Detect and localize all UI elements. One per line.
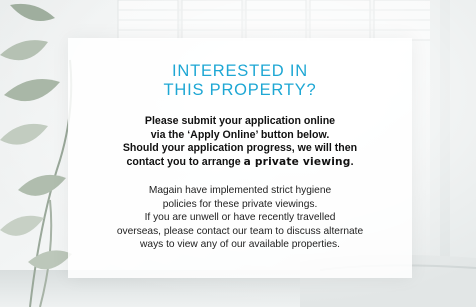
hygiene-line-4: overseas, please contact our team to dis… <box>116 225 364 237</box>
hygiene-line-1: Magain have implemented strict hygiene <box>148 185 332 196</box>
headline-line-1: INTERESTED IN <box>172 62 308 80</box>
hygiene-line-2: policies for these private viewings. <box>162 198 318 210</box>
apply-instructions: Please submit your application online vi… <box>68 115 412 169</box>
headline-line-2: THIS PROPERTY? <box>163 81 317 99</box>
property-enquiry-banner: INTERESTED IN THIS PROPERTY? Please subm… <box>0 0 476 307</box>
hygiene-line-5: ways to view any of our available proper… <box>140 239 340 250</box>
instructions-line-3: Should your application progress, we wil… <box>122 142 358 154</box>
private-viewing-emphasis: a private viewing <box>243 155 351 168</box>
instructions-line-2: via the ‘Apply Online’ button below. <box>150 128 330 141</box>
instructions-line-4-suffix: . <box>350 155 354 168</box>
instructions-line-4-prefix: contact you to arrange <box>126 155 244 168</box>
instructions-line-1: Please submit your application online <box>144 115 336 127</box>
hygiene-notice: Magain have implemented strict hygiene p… <box>68 184 412 252</box>
headline: INTERESTED IN THIS PROPERTY? <box>68 62 412 100</box>
hygiene-line-3: If you are unwell or have recently trave… <box>144 212 336 223</box>
instructions-line-4: contact you to arrange a private viewing… <box>68 156 412 170</box>
enquiry-panel: INTERESTED IN THIS PROPERTY? Please subm… <box>68 38 412 278</box>
